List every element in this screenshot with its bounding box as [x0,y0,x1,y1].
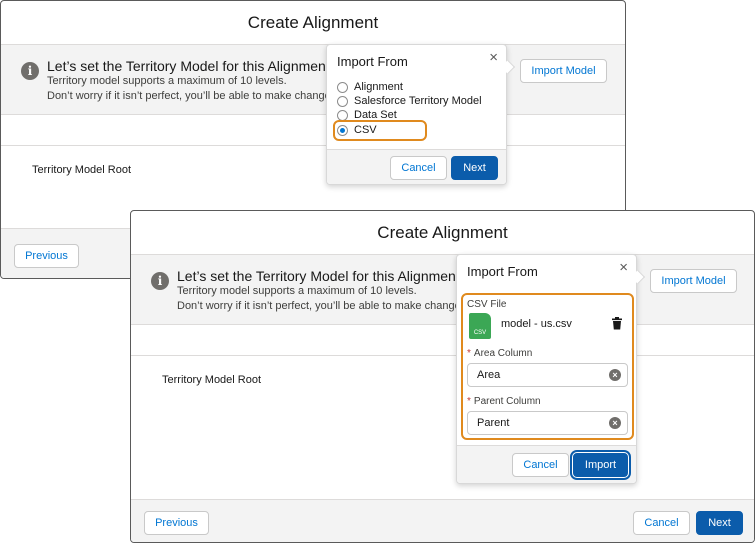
next-button[interactable]: Next [696,511,743,535]
cancel-button[interactable]: Cancel [633,511,690,535]
toolbar-band [1,115,625,146]
radio-circle-icon [337,109,348,121]
modal-header: Create Alignment [1,1,625,45]
import-model-button[interactable]: Import Model [520,59,607,83]
radio-label: Salesforce Territory Model [354,95,482,107]
banner-text-levels: Territory model supports a maximum of 10… [47,75,287,87]
create-alignment-modal-front: Create Alignment i Let’s set the Territo… [130,210,755,543]
popover-footer: Cancel Import [457,445,636,483]
modal-header: Create Alignment [131,211,754,255]
popover-cancel-button[interactable]: Cancel [390,156,447,180]
close-icon[interactable]: × [619,260,628,275]
modal-title: Create Alignment [377,222,508,242]
info-icon: i [21,62,39,80]
csv-import-popover: Import From × CSV File CSV model - us.cs… [456,254,646,484]
radio-salesforce-territory-model[interactable]: Salesforce Territory Model [337,95,482,107]
info-banner: i Let’s set the Territory Model for this… [131,255,754,325]
previous-button[interactable]: Previous [144,511,209,535]
radio-label: Alignment [354,81,403,93]
banner-text-levels: Territory model supports a maximum of 10… [177,285,417,297]
previous-button[interactable]: Previous [14,244,79,268]
import-model-button[interactable]: Import Model [650,269,737,293]
territory-model-root: Territory Model Root [32,164,132,176]
popover-title: Import From [337,54,408,69]
close-icon[interactable]: × [489,50,498,65]
import-button[interactable]: Import [573,453,628,477]
banner-title: Let’s set the Territory Model for this A… [177,268,460,284]
toolbar-band [131,325,754,356]
popover-cancel-button[interactable]: Cancel [512,453,569,477]
territory-model-root: Territory Model Root [162,374,262,386]
import-from-popover: Import From × Alignment Salesforce Terri… [326,44,516,185]
radio-circle-icon [337,95,348,107]
banner-text-changes: Don’t worry if it isn’t perfect, you’ll … [177,300,476,312]
info-banner: i Let’s set the Territory Model for this… [1,45,625,115]
popover-footer: Cancel Next [327,149,506,184]
banner-title: Let’s set the Territory Model for this A… [47,58,330,74]
modal-footer: Previous Cancel Next [131,499,754,542]
radio-alignment[interactable]: Alignment [337,81,403,93]
radio-circle-icon [337,81,348,93]
banner-text-changes: Don’t worry if it isn’t perfect, you’ll … [47,90,346,102]
popover-next-button[interactable]: Next [451,156,498,180]
modal-title: Create Alignment [247,12,379,32]
csv-form-highlight [461,293,634,440]
info-icon: i [151,272,169,290]
popover-title: Import From [467,264,538,279]
csv-highlight [333,120,427,141]
